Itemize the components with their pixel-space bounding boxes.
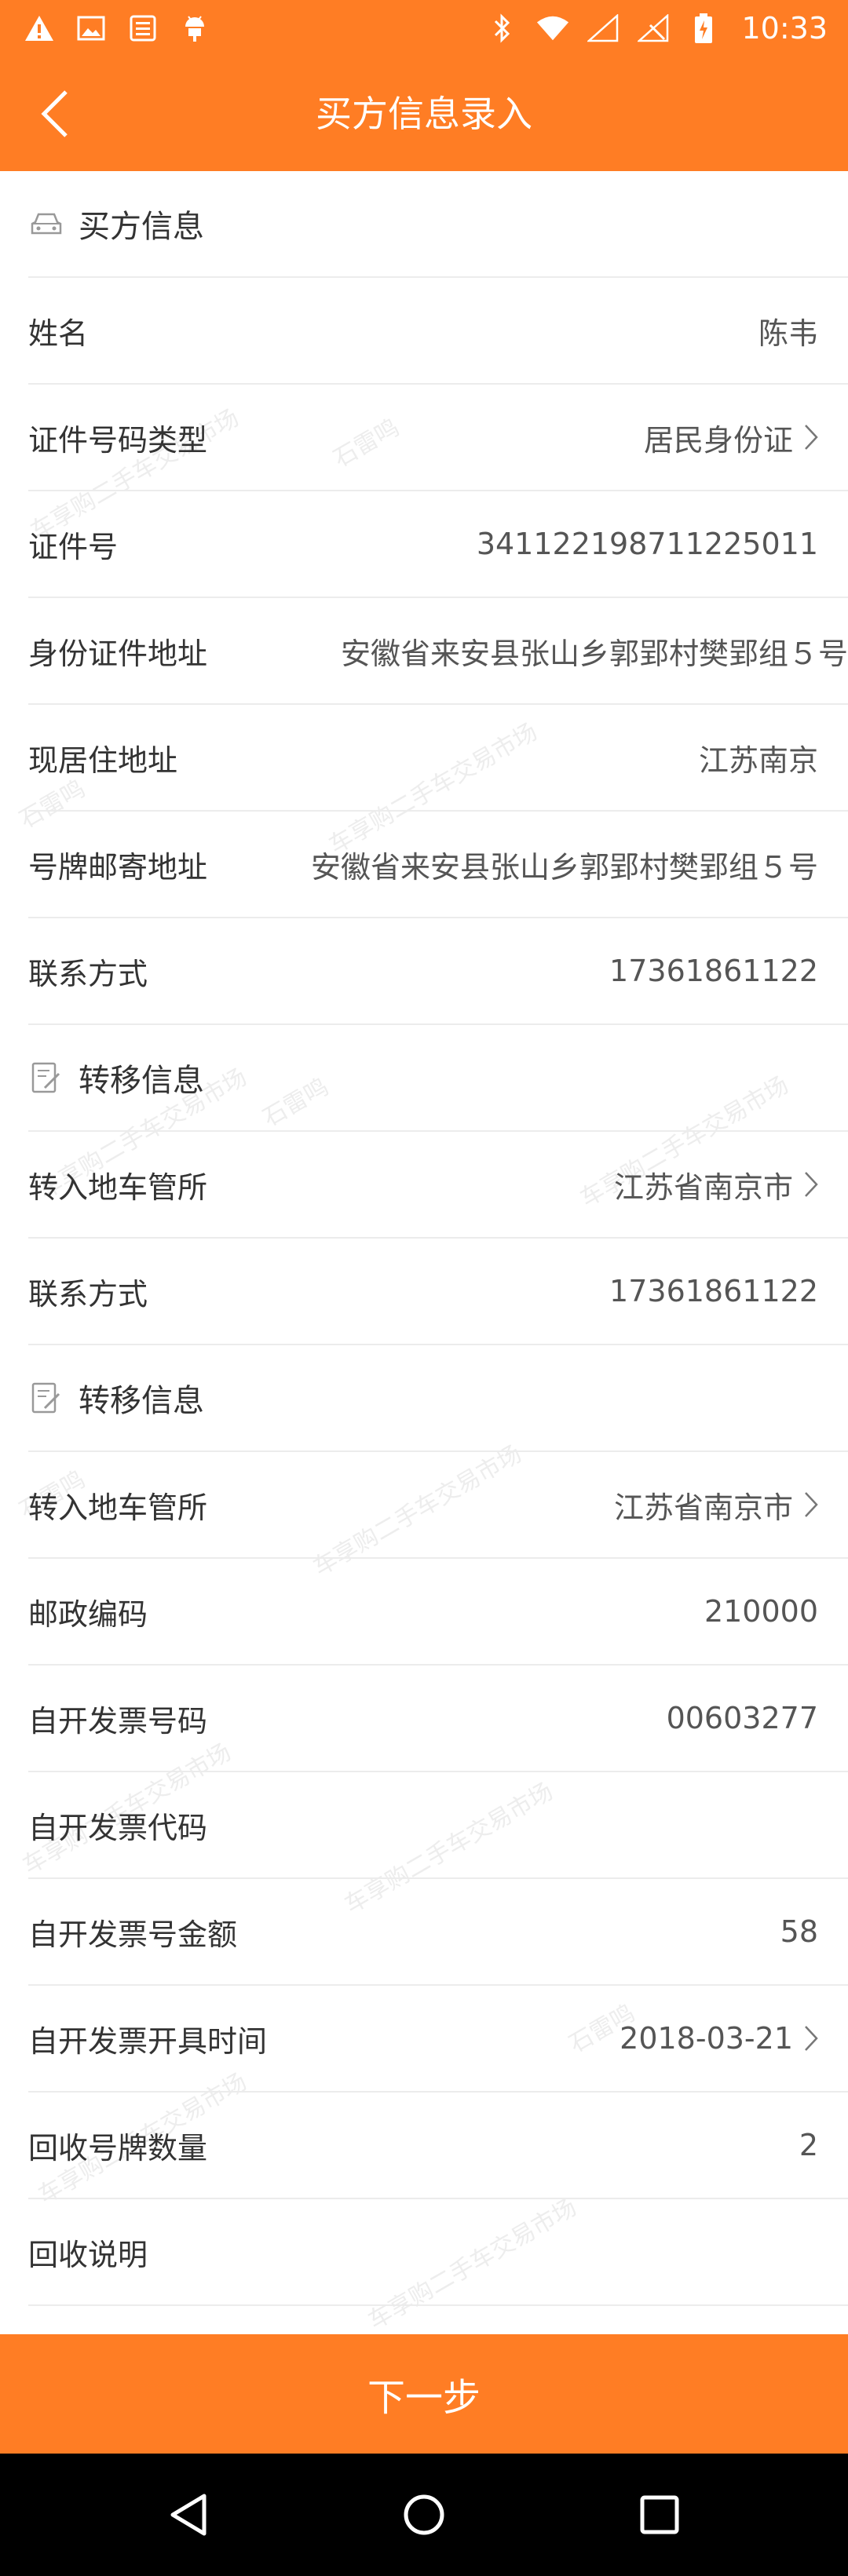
field-label: 身份证件地址 <box>28 636 208 671</box>
field-name[interactable]: 姓名 陈韦 <box>28 278 848 385</box>
field-value: 58 <box>780 1914 818 1949</box>
status-right: 10:33 <box>485 11 828 46</box>
field-id-address[interactable]: 身份证件地址 安徽省来安县张山乡郭郢村樊郢组５号 <box>28 598 848 705</box>
app-bar: 买方信息录入 <box>0 57 848 171</box>
nav-recents-button[interactable] <box>628 2483 691 2546</box>
nav-back-button[interactable] <box>157 2483 220 2546</box>
section-title: 买方信息 <box>79 209 204 245</box>
field-label: 联系方式 <box>28 1276 148 1312</box>
chevron-right-icon <box>804 1171 818 1198</box>
field-label: 现居住地址 <box>28 743 178 778</box>
field-label: 转入地车管所 <box>28 1490 208 1525</box>
section-title: 转移信息 <box>79 1063 204 1099</box>
field-value: 安徽省来安县张山乡郭郢村樊郢组５号 <box>310 849 818 885</box>
nav-home-button[interactable] <box>393 2483 455 2546</box>
field-value: 居民身份证 <box>643 422 793 458</box>
section-title: 转移信息 <box>79 1383 204 1419</box>
field-label: 回收说明 <box>28 2237 148 2272</box>
field-invoice-code[interactable]: 自开发票代码 <box>28 1772 848 1879</box>
buyer-form: 买方信息 姓名 陈韦 证件号码类型 居民身份证 证件号 341122198711… <box>0 171 848 2306</box>
field-label: 证件号码类型 <box>28 422 208 458</box>
field-label: 自开发票号码 <box>28 1703 208 1739</box>
chevron-left-icon <box>41 90 68 137</box>
bluetooth-icon <box>485 11 520 46</box>
edit-note-icon <box>28 1060 64 1096</box>
status-left <box>22 11 212 46</box>
field-value: 210000 <box>704 1594 818 1629</box>
field-contact[interactable]: 联系方式 17361861122 <box>28 918 848 1025</box>
warning-icon <box>22 11 57 46</box>
edit-note-icon <box>28 1380 64 1416</box>
field-postal-code[interactable]: 邮政编码 210000 <box>28 1559 848 1666</box>
battery-charging-icon <box>686 11 721 46</box>
back-button[interactable] <box>24 82 86 145</box>
field-contact[interactable]: 联系方式 17361861122 <box>28 1239 848 1345</box>
field-invoice-amount[interactable]: 自开发票号金额 58 <box>28 1879 848 1986</box>
field-label: 自开发票号金额 <box>28 1917 238 1952</box>
car-icon <box>28 206 64 242</box>
square-recents-icon <box>640 2495 679 2534</box>
field-id-type[interactable]: 证件号码类型 居民身份证 <box>28 385 848 491</box>
field-dmv[interactable]: 转入地车管所 江苏省南京市 <box>28 1452 848 1559</box>
page-title: 买方信息录入 <box>316 93 532 135</box>
section-header-buyer: 买方信息 <box>28 171 848 278</box>
field-invoice-date[interactable]: 自开发票开具时间 2018-03-21 <box>28 1986 848 2093</box>
field-value: 341122198711225011 <box>476 527 818 561</box>
field-value: 江苏省南京市 <box>613 1490 793 1525</box>
field-label: 自开发票开具时间 <box>28 2023 268 2059</box>
field-id-number[interactable]: 证件号 341122198711225011 <box>28 491 848 598</box>
chevron-right-icon <box>804 1491 818 1518</box>
field-label: 号牌邮寄地址 <box>28 849 208 885</box>
chevron-right-icon <box>804 2025 818 2052</box>
system-nav-bar <box>0 2454 848 2576</box>
field-value: 2 <box>799 2128 818 2162</box>
section-header-transfer: 转移信息 <box>28 1025 848 1132</box>
field-label: 自开发票代码 <box>28 1810 208 1845</box>
triangle-back-icon <box>170 2494 207 2536</box>
field-value: 2018-03-21 <box>620 2021 793 2056</box>
field-value: 00603277 <box>666 1701 818 1735</box>
image-icon <box>74 11 108 46</box>
field-value: 17361861122 <box>609 954 818 988</box>
field-label: 姓名 <box>28 316 89 351</box>
wifi-icon <box>535 11 570 46</box>
field-label: 回收号牌数量 <box>28 2130 208 2166</box>
field-plate-count[interactable]: 回收号牌数量 2 <box>28 2093 848 2199</box>
storage-icon <box>126 11 160 46</box>
field-value: 17361861122 <box>609 1274 818 1308</box>
field-recycle-note[interactable]: 回收说明 <box>28 2199 848 2306</box>
chevron-right-icon <box>804 424 818 451</box>
field-value: 安徽省来安县张山乡郭郢村樊郢组５号 <box>340 636 848 671</box>
circle-home-icon <box>404 2494 444 2535</box>
android-icon <box>177 11 212 46</box>
section-header-transfer: 转移信息 <box>28 1345 848 1452</box>
status-bar: 10:33 <box>0 0 848 57</box>
next-step-button[interactable]: 下一步 <box>0 2334 848 2454</box>
field-current-address[interactable]: 现居住地址 江苏南京 <box>28 705 848 812</box>
field-label: 联系方式 <box>28 956 148 991</box>
no-sim-icon <box>636 11 671 46</box>
status-time: 10:33 <box>741 11 828 46</box>
field-plate-mail-address[interactable]: 号牌邮寄地址 安徽省来安县张山乡郭郢村樊郢组５号 <box>28 812 848 918</box>
field-label: 证件号 <box>28 529 119 564</box>
field-value: 江苏省南京市 <box>613 1169 793 1205</box>
field-label: 转入地车管所 <box>28 1169 208 1205</box>
field-label: 邮政编码 <box>28 1596 148 1632</box>
field-dmv[interactable]: 转入地车管所 江苏省南京市 <box>28 1132 848 1239</box>
signal-icon <box>586 11 620 46</box>
field-value: 陈韦 <box>758 316 818 351</box>
field-value: 江苏南京 <box>698 743 818 778</box>
field-invoice-number[interactable]: 自开发票号码 00603277 <box>28 1666 848 1772</box>
